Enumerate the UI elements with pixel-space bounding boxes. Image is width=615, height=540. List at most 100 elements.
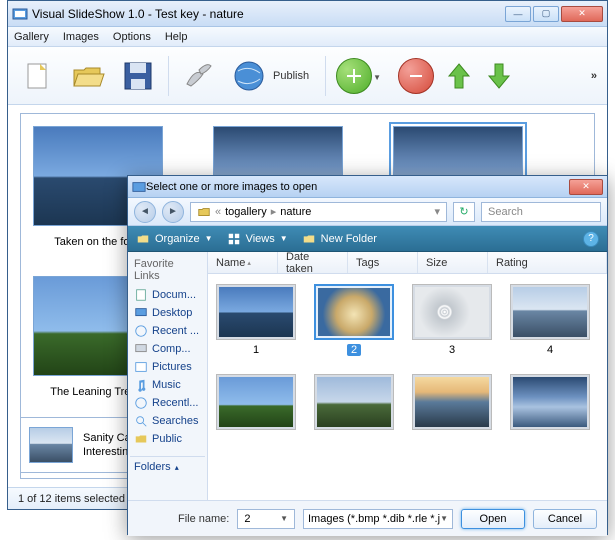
breadcrumb-seg[interactable]: togallery (225, 206, 267, 218)
folders-toggle[interactable]: Folders ▴ (130, 456, 205, 477)
publish-label: Publish (273, 70, 309, 82)
music-icon (134, 378, 148, 392)
search-input[interactable]: Search (481, 202, 601, 222)
main-title: Visual SlideShow 1.0 - Test key - nature (32, 7, 505, 21)
save-icon[interactable] (118, 56, 158, 96)
chevron-down-icon[interactable]: ▾ (434, 205, 440, 218)
toolbar-overflow[interactable]: » (591, 70, 597, 82)
search-icon (134, 414, 148, 428)
toolbar-separator (168, 56, 169, 96)
organize-button[interactable]: Organize▼ (136, 232, 213, 246)
dialog-icon (132, 180, 146, 194)
computer-icon (134, 342, 148, 356)
breadcrumb-seg[interactable]: nature (280, 206, 311, 218)
folder-icon (197, 205, 211, 219)
col-date[interactable]: Date taken (278, 252, 348, 273)
chevron-down-icon: ▼ (440, 514, 448, 523)
settings-icon[interactable] (179, 56, 219, 96)
sidebar-item-searches[interactable]: Searches (130, 412, 205, 430)
sidebar-item-recently[interactable]: Recentl... (130, 394, 205, 412)
documents-icon (134, 288, 148, 302)
new-folder-button[interactable]: New Folder (302, 232, 377, 246)
chevron-down-icon[interactable]: ▼ (373, 73, 381, 82)
sidebar-item-public[interactable]: Public (130, 430, 205, 448)
col-tags[interactable]: Tags (348, 252, 418, 273)
file-item[interactable] (412, 374, 492, 430)
dialog-title: Select one or more images to open (146, 181, 569, 193)
col-name[interactable]: Name ▴ (208, 252, 278, 273)
main-toolbar: Publish ▼ » (8, 47, 607, 105)
breadcrumb[interactable]: « togallery ▸ nature ▾ (190, 202, 447, 222)
detail-text: Sanity Ca Interestin (83, 431, 131, 459)
dialog-titlebar: Select one or more images to open ✕ (128, 176, 607, 198)
filter-select[interactable]: Images (*.bmp *.dib *.rle *.jpg *▼ (303, 509, 453, 529)
sidebar-item-music[interactable]: Music (130, 376, 205, 394)
file-grid: 1 2 3 4 (208, 274, 607, 500)
minimize-button[interactable]: — (505, 6, 531, 22)
main-titlebar: Visual SlideShow 1.0 - Test key - nature… (8, 1, 607, 27)
maximize-button[interactable]: ▢ (533, 6, 559, 22)
move-up-button[interactable] (444, 58, 474, 94)
menubar: Gallery Images Options Help (8, 27, 607, 47)
open-icon[interactable] (68, 56, 108, 96)
sort-icon: ▴ (247, 259, 251, 267)
desktop-icon (134, 306, 148, 320)
recent-icon (134, 324, 148, 338)
dialog-toolbar: Organize▼ Views▼ New Folder ? (128, 226, 607, 252)
file-item[interactable]: 3 (412, 284, 492, 356)
sidebar-item-documents[interactable]: Docum... (130, 286, 205, 304)
chevron-down-icon[interactable]: ▼ (280, 514, 288, 523)
dialog-footer: File name: 2▼ Images (*.bmp *.dib *.rle … (128, 500, 607, 536)
new-icon[interactable] (18, 56, 58, 96)
recent-icon (134, 396, 148, 410)
menu-options[interactable]: Options (113, 31, 151, 43)
filename-label: File name: (178, 513, 229, 525)
chevron-up-icon: ▴ (175, 463, 179, 472)
forward-button[interactable]: ► (162, 201, 184, 223)
detail-thumb (29, 427, 73, 463)
file-item[interactable] (510, 374, 590, 430)
sidebar-item-desktop[interactable]: Desktop (130, 304, 205, 322)
app-icon (12, 6, 28, 22)
refresh-button[interactable]: ↻ (453, 202, 475, 222)
views-icon (227, 232, 241, 246)
organize-icon (136, 232, 150, 246)
dialog-close-button[interactable]: ✕ (569, 179, 603, 195)
file-area: Name ▴ Date taken Tags Size Rating 1 2 3… (208, 252, 607, 500)
pictures-icon (134, 360, 148, 374)
file-item[interactable]: 4 (510, 284, 590, 356)
menu-images[interactable]: Images (63, 31, 99, 43)
chevron-right-icon: ▸ (271, 205, 277, 218)
search-placeholder: Search (488, 206, 523, 218)
move-down-button[interactable] (484, 58, 514, 94)
close-button[interactable]: ✕ (561, 6, 603, 22)
sidebar-item-pictures[interactable]: Pictures (130, 358, 205, 376)
help-icon[interactable]: ? (583, 231, 599, 247)
col-rating[interactable]: Rating (488, 252, 607, 273)
dialog-nav: ◄ ► « togallery ▸ nature ▾ ↻ Search (128, 198, 607, 226)
publish-icon[interactable] (229, 56, 269, 96)
file-item[interactable]: 1 (216, 284, 296, 356)
file-item[interactable] (216, 374, 296, 430)
sidebar-header: Favorite Links (130, 256, 205, 286)
file-item[interactable] (314, 374, 394, 430)
sidebar-item-recent[interactable]: Recent ... (130, 322, 205, 340)
column-headers: Name ▴ Date taken Tags Size Rating (208, 252, 607, 274)
folder-icon (134, 432, 148, 446)
col-size[interactable]: Size (418, 252, 488, 273)
menu-help[interactable]: Help (165, 31, 188, 43)
open-dialog: Select one or more images to open ✕ ◄ ► … (127, 175, 608, 535)
new-folder-icon (302, 232, 316, 246)
remove-button[interactable] (398, 58, 434, 94)
views-button[interactable]: Views▼ (227, 232, 288, 246)
open-button[interactable]: Open (461, 509, 525, 529)
back-button[interactable]: ◄ (134, 201, 156, 223)
sidebar-item-computer[interactable]: Comp... (130, 340, 205, 358)
file-item[interactable]: 2 (314, 284, 394, 356)
status-text: 1 of 12 items selected (18, 493, 125, 505)
menu-gallery[interactable]: Gallery (14, 31, 49, 43)
chevron-right-icon: « (215, 206, 221, 218)
add-button[interactable]: ▼ (336, 58, 372, 94)
filename-input[interactable]: 2▼ (237, 509, 295, 529)
cancel-button[interactable]: Cancel (533, 509, 597, 529)
